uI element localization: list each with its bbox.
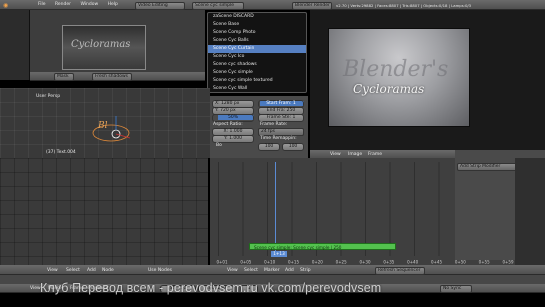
res-y-value: 720 px — [220, 108, 236, 113]
backdrop-title: Cycloramas — [71, 39, 131, 50]
render-preview-image: Blender's Cycloramas — [328, 28, 470, 127]
menu-render[interactable]: Render — [55, 2, 71, 7]
watermark-text: Клуб Перевод всем - perevodvsem.ru vk.co… — [40, 281, 382, 295]
node-view-menu[interactable]: View — [47, 268, 58, 273]
node-editor[interactable] — [0, 158, 208, 266]
scene-selector[interactable]: Scene cyc simple — [192, 1, 244, 10]
menu-help[interactable]: Help — [108, 2, 118, 7]
scene-menu-item[interactable]: Scene Cyc Balls — [208, 37, 306, 45]
scene-menu-item[interactable]: Scene cyc simple textured — [208, 77, 306, 85]
node-add-menu[interactable]: Add — [87, 268, 96, 273]
ruler-tick-label: 0+15 — [288, 260, 299, 265]
compositor-header: Mask Fresh shadows — [30, 72, 205, 81]
top-info-bar: ◉ File Render Window Help Video Editing … — [0, 0, 545, 10]
blender-logo-icon[interactable]: ◉ — [3, 2, 8, 9]
preview-bg-logo: Blender's — [343, 57, 449, 82]
ruler-tick-label: 0+55 — [479, 260, 490, 265]
frame-step-field[interactable]: Frame Ste: 1 — [258, 114, 304, 122]
ruler-tick-label: 0+35 — [383, 260, 394, 265]
ruler-tick-label: 0+01 — [217, 260, 228, 265]
aspect-ratio-label: Aspect Ratio: — [213, 122, 243, 127]
view-perspective-label: User Persp — [36, 94, 61, 99]
scene-menu-item-selected[interactable]: Scene Cyc Curtain — [208, 45, 306, 53]
scene-dropdown-menu[interactable]: zaScene DISCARD Scene Base Scene Comp Ph… — [207, 12, 307, 93]
main-menu: File Render Window Help — [38, 2, 126, 7]
scene-menu-item[interactable]: Scene Cyc Wall — [208, 85, 306, 93]
render-engine-selector[interactable]: Blender Render — [292, 1, 332, 10]
scene-menu-item[interactable]: Scene Cyc Ico — [208, 53, 306, 61]
node-node-menu[interactable]: Node — [102, 268, 114, 273]
add-strip-modifier-button[interactable]: Add Strip Modifier — [457, 163, 517, 171]
editor-headers: View Select Add Node Use Nodes View Sele… — [0, 265, 545, 275]
resolution-percent-field[interactable]: 50% — [212, 114, 254, 122]
ruler-tick-label: 0+50 — [455, 260, 466, 265]
border-checkbox[interactable]: Bo — [216, 143, 222, 148]
preview-frame-menu[interactable]: Frame — [368, 152, 382, 157]
remap-old-field[interactable]: 100 — [258, 143, 280, 151]
3d-viewport[interactable]: User Persp Bl (37) Text.004 — [0, 88, 210, 158]
preview-title: Cycloramas — [353, 82, 425, 96]
active-object-label: (37) Text.004 — [46, 150, 76, 155]
text-object-icon[interactable]: Bl — [86, 108, 136, 148]
scene-menu-item[interactable]: Scene Comp Photo — [208, 29, 306, 37]
ruler-tick-label: 0+45 — [431, 260, 442, 265]
properties-panel: X: 1280 px Y: 720 px 50% Aspect Ratio: X… — [210, 96, 308, 158]
strip-label: Scene cyc simple: Scene cyc simple | 250 — [254, 244, 342, 250]
fps-selector[interactable]: 24 fps — [258, 128, 304, 136]
scene-menu-item[interactable]: Scene cyc shadows — [208, 61, 306, 69]
menu-file[interactable]: File — [38, 2, 46, 7]
ruler-tick-label: 0+30 — [360, 260, 371, 265]
seq-view-menu[interactable]: View — [227, 268, 238, 273]
seq-marker-menu[interactable]: Marker — [264, 268, 280, 273]
layout-selector[interactable]: Video Editing — [135, 1, 185, 10]
ruler-tick-label: 0+25 — [336, 260, 347, 265]
frame-rate-label: Frame Rate: — [260, 122, 288, 127]
seq-select-menu[interactable]: Select — [244, 268, 258, 273]
current-frame-marker[interactable]: 1+13 — [271, 251, 287, 257]
scene-strip[interactable]: Scene cyc simple: Scene cyc simple | 250 — [249, 243, 396, 250]
seq-strip-menu[interactable]: Strip — [300, 268, 311, 273]
mask-button[interactable]: Mask — [54, 73, 74, 81]
ruler-tick-label: 0+40 — [407, 260, 418, 265]
use-nodes-checkbox[interactable]: Use Nodes — [148, 268, 172, 273]
node-backdrop-frame[interactable]: Cycloramas — [62, 25, 146, 70]
preview-view-menu[interactable]: View — [330, 152, 341, 157]
ruler-tick-label: 0+05 — [240, 260, 251, 265]
ruler-tick-label: 0+59 — [503, 260, 514, 265]
res-y-label: Y: — [215, 108, 219, 113]
res-x-label: X: — [215, 101, 220, 106]
svg-text:Bl: Bl — [97, 121, 108, 131]
scene-menu-item[interactable]: zaScene DISCARD — [208, 13, 306, 21]
scene-menu-item[interactable]: Scene Cyc simple — [208, 69, 306, 77]
preview-image-menu[interactable]: Image — [348, 152, 362, 157]
scene-menu-item[interactable]: Scene Base — [208, 21, 306, 29]
right-scroll-area[interactable] — [515, 158, 545, 265]
ruler-tick-label: 0+20 — [312, 260, 323, 265]
time-remap-label: Time Remappin: — [260, 136, 297, 141]
ruler-tick-label: 0+10 — [264, 260, 275, 265]
aspect-y-field[interactable]: Y: 1.000 — [212, 135, 254, 143]
seq-add-menu[interactable]: Add — [285, 268, 294, 273]
refresh-sequencer-button[interactable]: Refresh Sequencer — [375, 266, 425, 275]
tool-shelf — [0, 10, 30, 80]
res-x-value: 1280 px — [221, 101, 240, 106]
playhead-line[interactable] — [275, 162, 276, 256]
remap-new-field[interactable]: 100 — [282, 143, 304, 151]
node-select-menu[interactable]: Select — [66, 268, 80, 273]
menu-window[interactable]: Window — [80, 2, 98, 7]
scene-stats: v2.70 | Verts:29882 | Faces:8807 | Tris:… — [336, 2, 472, 8]
scene-node-selector[interactable]: Fresh shadows — [92, 73, 132, 81]
